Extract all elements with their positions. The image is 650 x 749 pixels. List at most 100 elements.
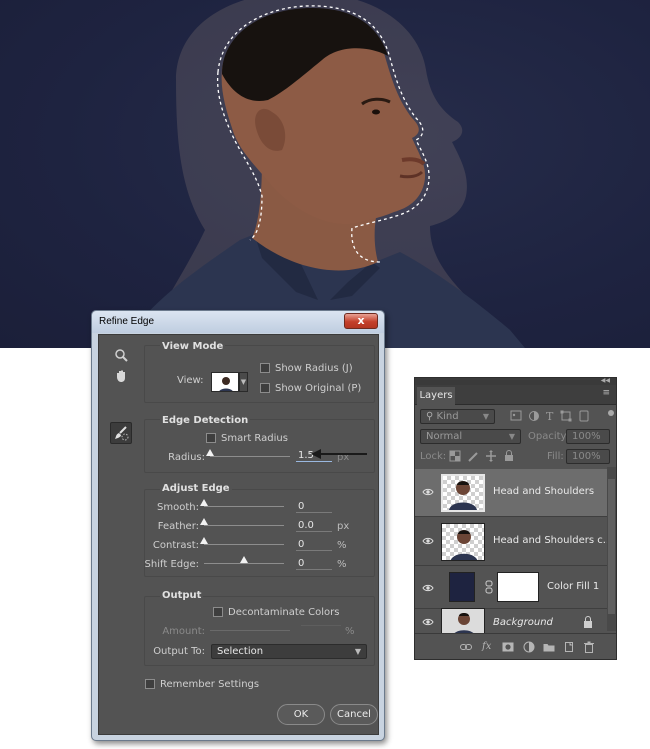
amount-slider-track: [210, 630, 290, 631]
layer-name: Color Fill 1: [547, 581, 600, 592]
contrast-slider-thumb[interactable]: [200, 537, 208, 544]
dialog-body: View Mode View: ▼ Show Radius (J) Show O…: [98, 334, 379, 735]
layer-name: Head and Shoulders: [493, 486, 595, 497]
opacity-input[interactable]: 100%: [566, 429, 610, 444]
panel-tab-bar: Layers ≡: [415, 385, 616, 405]
layers-scrollbar[interactable]: [607, 467, 616, 631]
view-mode-dropdown[interactable]: ▼: [239, 372, 248, 392]
decontaminate-checkbox[interactable]: [213, 607, 223, 617]
contrast-unit: %: [337, 540, 347, 551]
pointer-arrow-icon: [311, 449, 367, 459]
filter-toggle-icon[interactable]: [608, 410, 614, 416]
layer-row[interactable]: Color Fill 1: [415, 567, 608, 609]
show-original-label: Show Original (P): [275, 383, 362, 394]
amount-unit: %: [345, 626, 355, 637]
remember-settings-checkbox[interactable]: [145, 679, 155, 689]
view-mode-section: [144, 345, 375, 403]
collapse-panel-icon[interactable]: ◀◀: [601, 377, 610, 384]
feather-slider-thumb[interactable]: [200, 518, 208, 525]
fill-label: Fill:: [547, 451, 564, 462]
link-layers-icon[interactable]: [460, 641, 472, 653]
blend-mode-select[interactable]: Normal ▼: [420, 429, 521, 444]
close-button[interactable]: x: [344, 313, 378, 329]
layer-row[interactable]: Head and Shoulders c...: [415, 518, 612, 566]
smart-radius-checkbox[interactable]: [206, 433, 216, 443]
eye-icon[interactable]: [422, 535, 434, 547]
show-radius-label: Show Radius (J): [275, 363, 353, 374]
chevron-down-icon: ▼: [354, 647, 361, 656]
zoom-tool-icon[interactable]: [112, 346, 130, 364]
ok-button[interactable]: OK: [277, 704, 325, 725]
eye-icon[interactable]: [422, 486, 434, 498]
hand-tool-icon[interactable]: [112, 367, 130, 385]
layer-row[interactable]: Head and Shoulders: [415, 469, 608, 517]
contrast-input[interactable]: 0: [296, 539, 332, 551]
add-mask-icon[interactable]: [502, 641, 514, 653]
document-canvas[interactable]: [0, 0, 650, 348]
filter-kind-select[interactable]: ⚲ Kind ▼: [420, 409, 495, 424]
decontaminate-label: Decontaminate Colors: [228, 607, 340, 618]
radius-slider-track[interactable]: [210, 456, 290, 457]
layer-thumbnail: [441, 523, 485, 561]
lock-label: Lock:: [420, 451, 447, 462]
lock-icons[interactable]: [449, 450, 527, 463]
output-to-label: Output To:: [153, 646, 205, 657]
eye-icon[interactable]: [422, 582, 434, 594]
chevron-down-icon: ▼: [482, 412, 489, 421]
adjust-edge-heading: Adjust Edge: [160, 483, 232, 494]
smooth-input[interactable]: 0: [296, 501, 332, 513]
tab-layers[interactable]: Layers: [417, 387, 455, 405]
refine-radius-tool-button[interactable]: [110, 422, 132, 444]
eye-icon[interactable]: [422, 616, 434, 628]
portrait-photo: [120, 0, 525, 348]
layer-thumbnail: [441, 474, 485, 512]
opacity-value: 100%: [572, 431, 601, 442]
dialog-titlebar[interactable]: Refine Edge x: [92, 311, 384, 333]
feather-label: Feather:: [157, 521, 199, 532]
new-layer-icon[interactable]: [563, 641, 575, 653]
output-to-select[interactable]: Selection ▼: [211, 644, 367, 659]
link-icon[interactable]: [485, 580, 493, 594]
scrollbar-thumb[interactable]: [608, 479, 615, 614]
layers-bottom-toolbar: fx: [415, 633, 616, 659]
adjustment-layer-icon[interactable]: [523, 641, 535, 653]
cancel-button[interactable]: Cancel: [330, 704, 378, 725]
smooth-slider-track[interactable]: [204, 506, 284, 507]
radius-label: Radius:: [168, 452, 205, 463]
svg-text:T: T: [546, 410, 554, 423]
amount-label: Amount:: [162, 626, 205, 637]
trash-icon[interactable]: [583, 641, 595, 653]
smooth-slider-thumb[interactable]: [200, 499, 208, 506]
filter-icons[interactable]: T: [510, 409, 606, 423]
chevron-down-icon: ▼: [508, 432, 515, 441]
view-mode-thumbnail[interactable]: [211, 372, 239, 392]
shift-edge-slider-track[interactable]: [204, 563, 284, 564]
fx-icon[interactable]: fx: [482, 641, 494, 653]
feather-input[interactable]: 0.0: [296, 520, 332, 532]
refine-edge-dialog: Refine Edge x View Mode View: ▼ Show Rad…: [91, 310, 385, 741]
shift-edge-input[interactable]: 0: [296, 558, 332, 570]
layer-name: Background: [493, 617, 553, 628]
contrast-slider-track[interactable]: [204, 544, 284, 545]
folder-icon[interactable]: [543, 641, 555, 653]
shift-edge-slider-thumb[interactable]: [240, 556, 248, 563]
amount-input: [301, 625, 341, 626]
layer-mask-thumbnail[interactable]: [497, 572, 539, 602]
feather-slider-track[interactable]: [204, 525, 284, 526]
radius-slider-thumb[interactable]: [206, 449, 214, 456]
opacity-label: Opacity:: [528, 431, 570, 442]
filter-search-icon: ⚲: [426, 411, 437, 422]
fill-input[interactable]: 100%: [566, 449, 610, 464]
panel-menu-icon[interactable]: ≡: [602, 388, 610, 398]
lock-icon: [584, 616, 592, 628]
show-original-checkbox[interactable]: [260, 383, 270, 393]
panel-header-strip: ◀◀: [415, 377, 616, 385]
fill-color-thumbnail: [449, 572, 475, 602]
shift-edge-unit: %: [337, 559, 347, 570]
show-radius-checkbox[interactable]: [260, 363, 270, 373]
smooth-label: Smooth:: [157, 502, 199, 513]
remember-settings-label: Remember Settings: [160, 679, 260, 690]
edge-detection-section: [144, 419, 375, 473]
layer-row[interactable]: Background: [415, 608, 608, 636]
edge-detection-heading: Edge Detection: [160, 415, 251, 426]
